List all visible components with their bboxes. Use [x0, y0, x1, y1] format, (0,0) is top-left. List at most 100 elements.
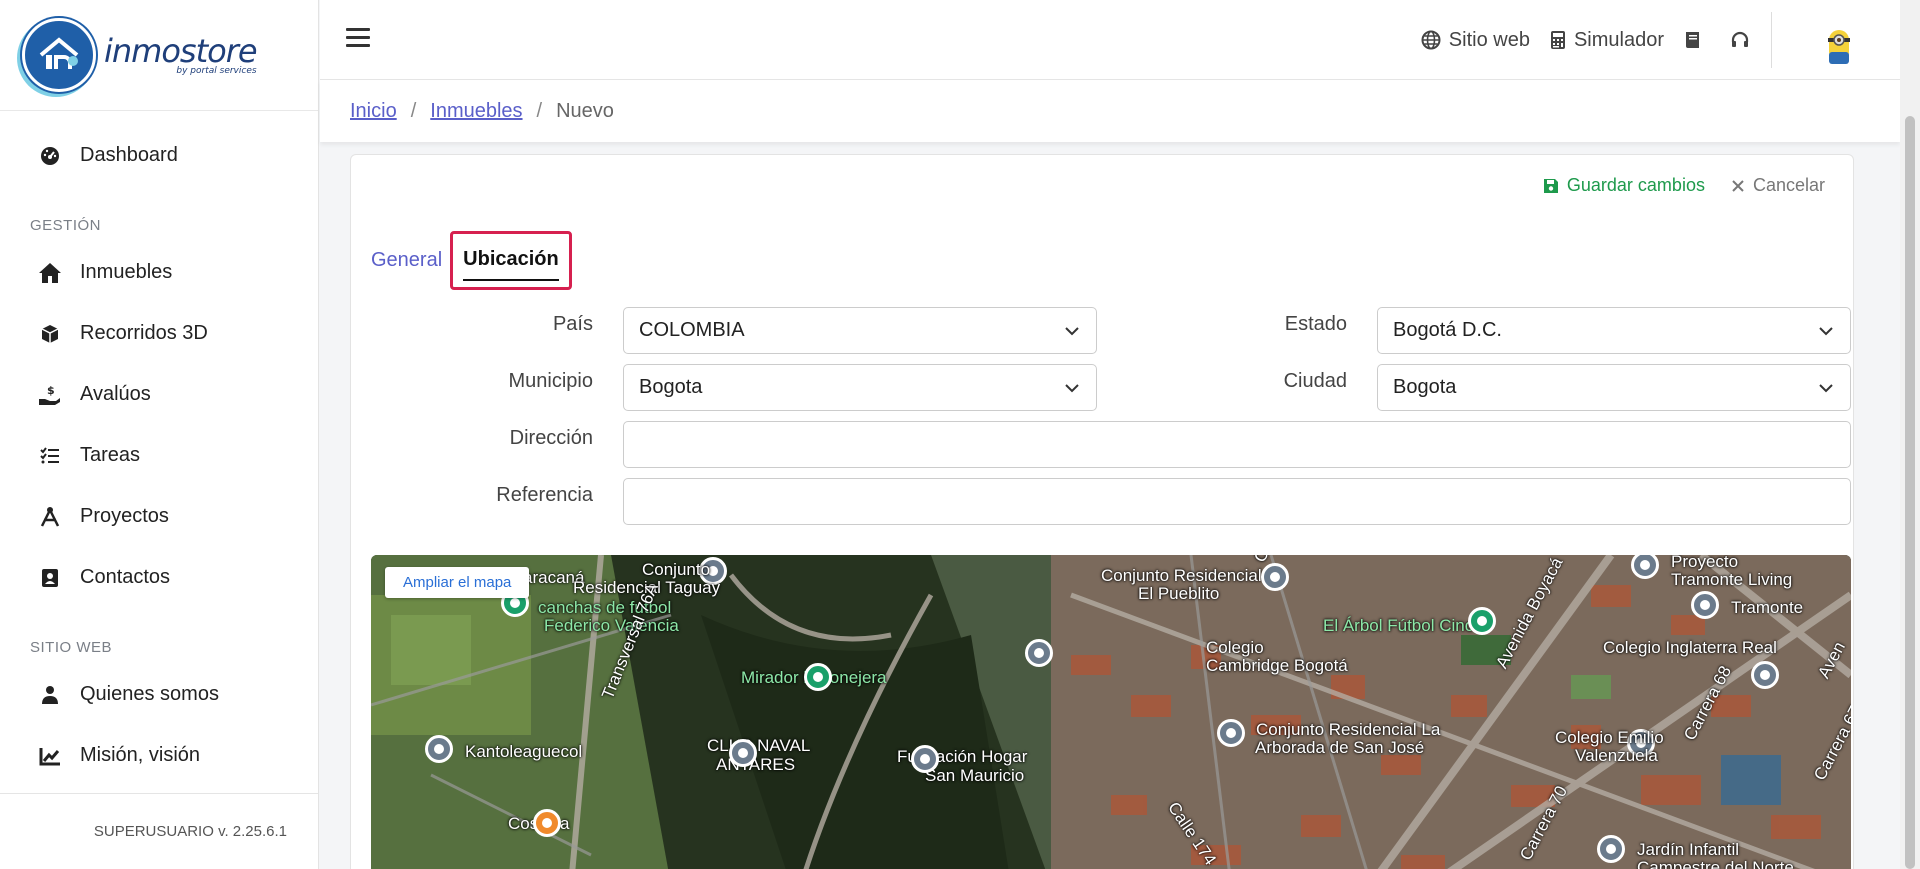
municipio-select[interactable]: Bogota	[623, 364, 1097, 411]
brand-name: inmostore	[104, 32, 258, 70]
sidebar-item-label: Proyectos	[80, 505, 169, 527]
estado-value: Bogotá D.C.	[1393, 319, 1502, 341]
cube-icon	[38, 322, 62, 346]
map-label: Jardín Infantil	[1637, 840, 1740, 859]
municipio-label: Municipio	[508, 370, 593, 392]
breadcrumb-home-link[interactable]: Inicio	[350, 100, 397, 123]
sidebar-item-label: Tareas	[80, 444, 141, 466]
map-label: Tramonte Living	[1671, 570, 1793, 589]
ciudad-select[interactable]: Bogota	[1377, 364, 1851, 411]
topbar-divider	[1771, 12, 1772, 68]
map-pin[interactable]	[911, 745, 939, 773]
location-map[interactable]: Ampliar el mapa aracaná Conjunto Residen…	[371, 555, 1851, 869]
map-label: Conjunto Residencial La	[1256, 720, 1441, 739]
cancel-button[interactable]: Cancelar	[1731, 175, 1825, 196]
expand-map-button[interactable]: Ampliar el mapa	[385, 567, 530, 598]
pais-select[interactable]: COLOMBIA	[623, 307, 1097, 354]
ciudad-value: Bogota	[1393, 376, 1457, 398]
map-pin[interactable]	[1597, 835, 1625, 863]
save-label: Guardar cambios	[1566, 175, 1705, 195]
menu-toggle-icon[interactable]	[346, 28, 370, 48]
top-links: Sitio web Simulador	[1401, 0, 1758, 80]
simulador-label: Simulador	[1573, 28, 1664, 51]
direccion-field[interactable]	[623, 421, 1851, 468]
sitio-web-link[interactable]: Sitio web	[1421, 29, 1530, 52]
map-label: Colegio Emilio	[1555, 728, 1664, 747]
map-label: Kantoleaguecol	[465, 742, 583, 761]
sidebar-item-inmuebles[interactable]: Inmuebles	[0, 242, 318, 303]
map-pin[interactable]	[1217, 719, 1245, 747]
sidebar-item-label: Avalúos	[80, 383, 151, 405]
avatar[interactable]	[1826, 26, 1852, 66]
map-pin[interactable]	[1468, 607, 1496, 635]
map-label: San Mauricio	[925, 766, 1025, 785]
breadcrumb-inmuebles-link[interactable]: Inmuebles	[430, 100, 522, 123]
map-pin[interactable]	[425, 735, 453, 763]
brand[interactable]: inmostore by portal services	[0, 0, 318, 111]
headset-icon[interactable]	[1730, 30, 1758, 50]
home-icon	[38, 261, 62, 285]
map-pin[interactable]	[533, 809, 561, 837]
tab-ubicacion[interactable]: Ubicación	[450, 231, 572, 290]
form-actions: Guardar cambios Cancelar	[1517, 175, 1825, 196]
map-pin[interactable]	[804, 663, 832, 691]
referencia-label: Referencia	[496, 484, 593, 506]
sidebar-item-contactos[interactable]: Contactos	[0, 547, 318, 608]
sidebar-item-recorridos-3d[interactable]: Recorridos 3D	[0, 303, 318, 364]
book-icon[interactable]	[1684, 30, 1710, 50]
sidebar-item-dashboard[interactable]: Dashboard	[0, 125, 318, 186]
chevron-down-icon	[1065, 327, 1079, 336]
map-label: Arborada de San José	[1255, 738, 1425, 757]
map-label: CLUB NAVAL	[707, 736, 811, 755]
topbar: Sitio web Simulador	[320, 0, 1900, 80]
map-label: Conjunto Residencial	[1101, 566, 1262, 585]
user-icon	[38, 683, 62, 707]
map-pin[interactable]	[1691, 591, 1719, 619]
breadcrumb: Inicio / Inmuebles / Nuevo	[320, 80, 1900, 142]
referencia-field[interactable]	[623, 478, 1851, 525]
map-pin[interactable]	[1261, 563, 1289, 591]
estado-label: Estado	[1284, 313, 1347, 335]
sidebar-item-tareas[interactable]: Tareas	[0, 425, 318, 486]
map-label: El Árbol Fútbol Cinco	[1323, 616, 1483, 635]
logo-icon	[22, 18, 96, 92]
save-changes-button[interactable]: Guardar cambios	[1543, 175, 1705, 196]
tab-general[interactable]: General	[371, 241, 442, 280]
sidebar-item-mision-vision[interactable]: Misión, visión	[0, 725, 318, 786]
pais-label: País	[552, 313, 593, 335]
sidebar-item-label: Quienes somos	[80, 683, 219, 705]
section-sitio-web: SITIO WEB	[30, 639, 113, 656]
sidebar-item-label: Inmuebles	[80, 261, 173, 283]
tab-ubicacion-label: Ubicación	[463, 248, 559, 281]
chevron-down-icon	[1819, 327, 1833, 336]
property-form-card: Guardar cambios Cancelar General Ubicaci…	[350, 154, 1854, 869]
svg-text:$: $	[47, 384, 55, 397]
sidebar-item-proyectos[interactable]: Proyectos	[0, 486, 318, 547]
hand-money-icon: $	[38, 383, 62, 407]
sidebar-nav: Dashboard GESTIÓN Inmuebles Recorridos 3…	[0, 111, 318, 786]
scrollbar-thumb[interactable]	[1905, 116, 1915, 869]
page-scrollbar[interactable]	[1900, 0, 1920, 869]
map-pin[interactable]	[729, 739, 757, 767]
direccion-label: Dirección	[509, 427, 593, 449]
map-label: Colegio Inglaterra Real	[1603, 638, 1777, 657]
map-pin[interactable]	[1751, 661, 1779, 689]
map-label: Valenzuela	[1575, 746, 1658, 765]
section-gestion: GESTIÓN	[30, 217, 102, 234]
map-label: Campestre del Norte	[1637, 858, 1794, 869]
sidebar-item-avaluos[interactable]: $ Avalúos	[0, 364, 318, 425]
dashboard-icon	[38, 144, 62, 168]
tasks-icon	[38, 444, 62, 468]
calculator-icon	[1550, 31, 1565, 49]
estado-select[interactable]: Bogotá D.C.	[1377, 307, 1851, 354]
map-pin[interactable]	[1025, 639, 1053, 667]
sidebar-item-quienes-somos[interactable]: Quienes somos	[0, 664, 318, 725]
sidebar-item-label: Contactos	[80, 566, 171, 588]
simulador-link[interactable]: Simulador	[1550, 29, 1664, 52]
map-label: Tramonte	[1731, 598, 1804, 617]
municipio-value: Bogota	[639, 376, 703, 398]
chevron-down-icon	[1819, 384, 1833, 393]
compass-icon	[38, 505, 62, 529]
map-label: Cambridge Bogotá	[1206, 656, 1348, 675]
breadcrumb-separator: /	[536, 99, 543, 122]
